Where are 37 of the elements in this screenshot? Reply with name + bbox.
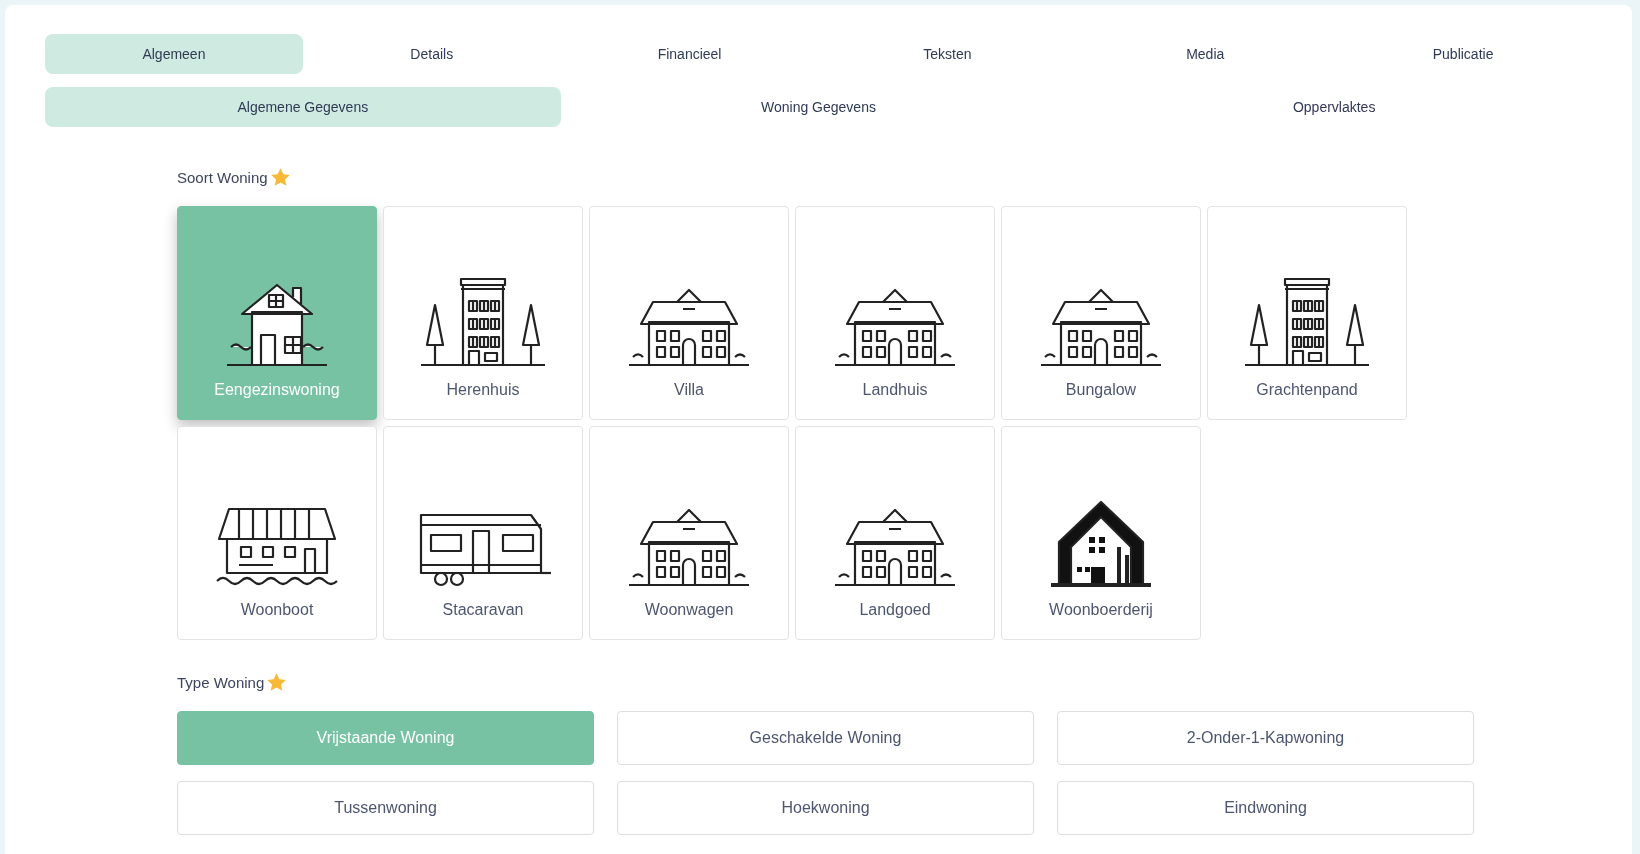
- card-label: Eengezinswoning: [214, 381, 340, 399]
- house-type-card[interactable]: Woonwagen: [589, 426, 789, 640]
- house-type-card[interactable]: Woonboerderij: [1001, 426, 1201, 640]
- option-button[interactable]: Tussenwoning: [177, 781, 594, 835]
- card-label: Bungalow: [1065, 381, 1137, 399]
- house-type-card[interactable]: Landhuis: [795, 206, 995, 420]
- card-label: Woonboerderij: [1049, 601, 1153, 619]
- house-type-card[interactable]: Villa: [589, 206, 789, 420]
- tab[interactable]: Financieel: [560, 34, 819, 74]
- house-type-card[interactable]: Grachtenpand: [1207, 206, 1407, 420]
- card-label: Villa: [674, 381, 704, 399]
- card-label: Stacaravan: [442, 601, 524, 619]
- house-type-card[interactable]: Landgoed: [795, 426, 995, 640]
- option-button[interactable]: Eindwoning: [1057, 781, 1474, 835]
- tab[interactable]: Oppervlaktes: [1076, 87, 1592, 127]
- house-type-card[interactable]: Stacaravan: [383, 426, 583, 640]
- house-type-card[interactable]: Bungalow: [1001, 206, 1201, 420]
- house-type-card[interactable]: Woonboot: [177, 426, 377, 640]
- option-button[interactable]: Geschakelde Woning: [617, 711, 1034, 765]
- card-label: Herenhuis: [446, 381, 520, 399]
- tab[interactable]: Details: [302, 34, 561, 74]
- tab[interactable]: Algemene Gegevens: [45, 87, 561, 127]
- option-button[interactable]: Hoekwoning: [617, 781, 1034, 835]
- tab[interactable]: Publicatie: [1334, 34, 1592, 74]
- card-label: Woonboot: [240, 601, 314, 619]
- house-type-card[interactable]: Herenhuis: [383, 206, 583, 420]
- option-button[interactable]: 2-Onder-1-Kapwoning: [1057, 711, 1474, 765]
- field-label: Type Woning: [177, 674, 265, 691]
- tab[interactable]: Teksten: [818, 34, 1077, 74]
- card-label: Grachtenpand: [1256, 381, 1358, 399]
- card-label: Woonwagen: [644, 601, 734, 619]
- tab[interactable]: Algemeen: [45, 34, 303, 74]
- card-label: Landgoed: [859, 601, 931, 619]
- tab[interactable]: Media: [1076, 34, 1335, 74]
- tab[interactable]: Woning Gegevens: [560, 87, 1077, 127]
- card-label: Landhuis: [862, 381, 928, 399]
- field-label: Soort Woning: [177, 169, 268, 186]
